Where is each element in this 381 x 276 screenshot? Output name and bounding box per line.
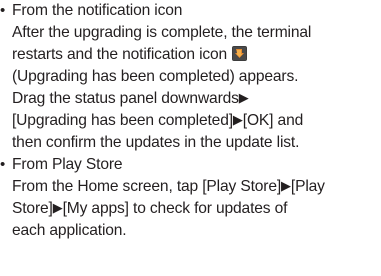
item-1-line-5-tail: [OK] and bbox=[242, 112, 304, 129]
item-1-line-4-text: Drag the status panel downwards bbox=[12, 90, 239, 107]
document-body: • From the notification icon After the u… bbox=[0, 0, 381, 276]
item-1-heading: From the notification icon bbox=[12, 2, 183, 19]
bullet-1: • bbox=[0, 2, 6, 19]
arrow-icon: ▶ bbox=[281, 178, 291, 193]
item-1-line-5-text: [Upgrading has been completed] bbox=[12, 112, 233, 129]
item-2-line-1: From the Home screen, tap [Play Store]▶[… bbox=[12, 176, 325, 198]
item-1-line-2-text: restarts and the notification icon bbox=[12, 46, 228, 63]
item-1-line-2: restarts and the notification icon bbox=[12, 44, 252, 66]
item-2-line-2-text: Store] bbox=[12, 200, 53, 217]
item-2-line-3: each application. bbox=[12, 222, 127, 239]
item-2-line-1-tail: [Play bbox=[290, 178, 325, 195]
item-1-line-4: Drag the status panel downwards▶ bbox=[12, 88, 249, 110]
item-2-line-1-text: From the Home screen, tap [Play Store] bbox=[12, 178, 282, 195]
item-1-line-5: [Upgrading has been completed]▶[OK] and bbox=[12, 110, 303, 132]
item-1-line-3: (Upgrading has been completed) appears. bbox=[12, 68, 299, 85]
arrow-icon: ▶ bbox=[238, 90, 249, 105]
upgrade-complete-notification-icon bbox=[232, 46, 248, 61]
item-1-line-6: then confirm the updates in the update l… bbox=[12, 134, 300, 151]
item-2-line-2-tail: [My apps] to check for updates of bbox=[62, 200, 288, 217]
arrow-icon: ▶ bbox=[232, 112, 243, 127]
arrow-icon: ▶ bbox=[52, 200, 63, 215]
item-1-line-1: After the upgrading is complete, the ter… bbox=[12, 24, 312, 41]
item-2-line-2: Store]▶[My apps] to check for updates of bbox=[12, 198, 287, 220]
bullet-2: • bbox=[0, 156, 6, 173]
item-2-heading: From Play Store bbox=[12, 156, 123, 173]
